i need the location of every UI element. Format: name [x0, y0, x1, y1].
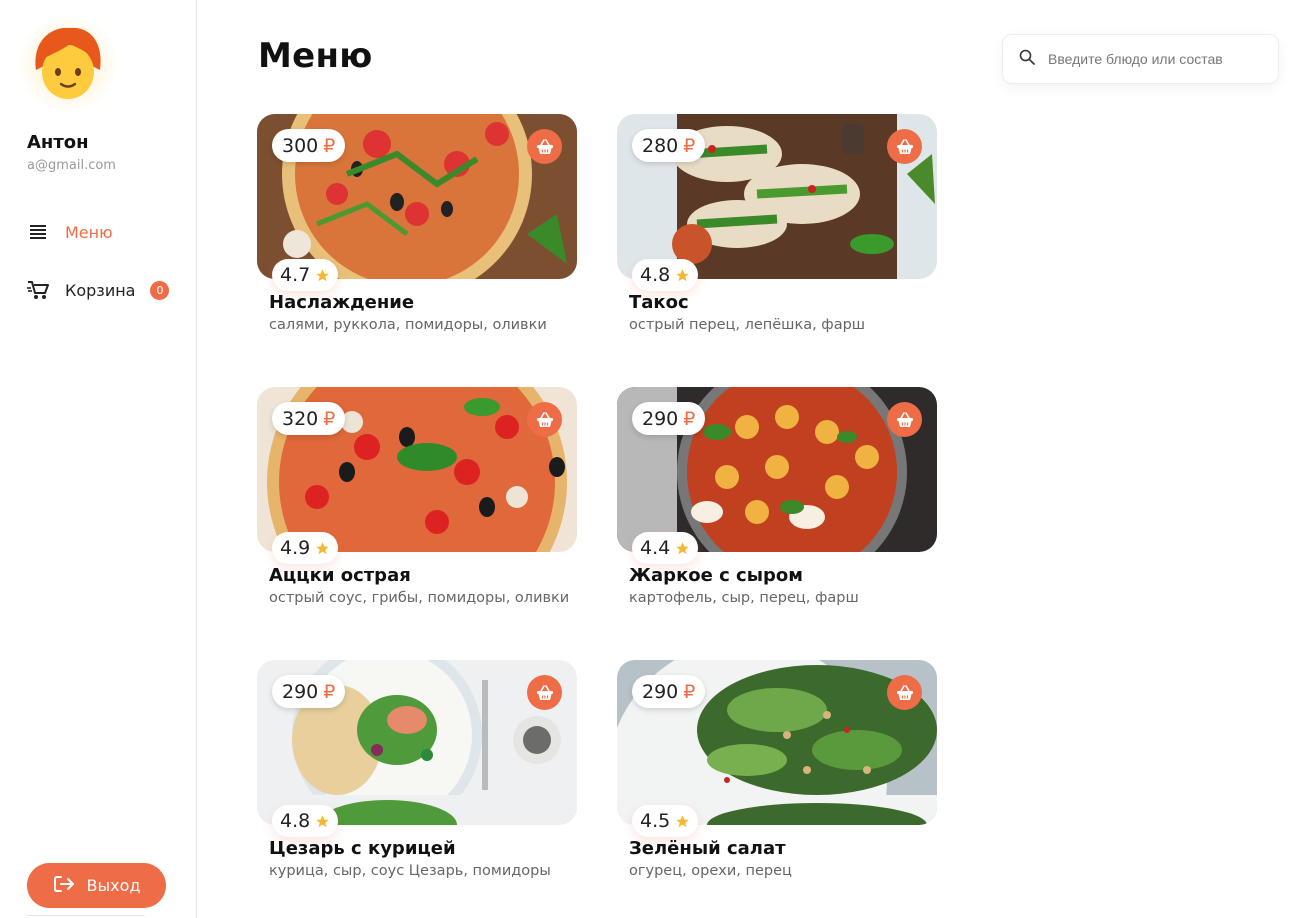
basket-icon — [536, 411, 553, 427]
logout-label: Выход — [86, 876, 141, 895]
currency-symbol: ₽ — [323, 680, 336, 703]
cart-icon — [27, 279, 49, 301]
basket-icon — [536, 684, 553, 700]
rating-badge: 4.4 — [632, 532, 699, 564]
add-to-cart-button[interactable] — [527, 675, 562, 710]
logout-icon — [53, 874, 75, 898]
user-name: Антон — [27, 132, 89, 153]
dish-name: Цезарь с курицей — [269, 838, 456, 859]
cart-count-badge: 0 — [150, 280, 170, 300]
add-to-cart-button[interactable] — [887, 675, 922, 710]
price-value: 290 — [642, 407, 679, 430]
list-icon — [27, 221, 49, 243]
rating-value: 4.8 — [640, 264, 671, 286]
star-icon — [676, 268, 689, 281]
currency-symbol: ₽ — [683, 134, 696, 157]
dish-name: Аццки острая — [269, 565, 411, 586]
price-badge: 320 ₽ — [272, 402, 346, 435]
rating-badge: 4.8 — [632, 259, 699, 291]
star-icon — [316, 268, 329, 281]
sidebar: Антон a@gmail.com Меню Корзина 0 Выход — [0, 0, 197, 918]
price-value: 320 — [282, 407, 319, 430]
rating-badge: 4.9 — [272, 532, 339, 564]
star-icon — [676, 541, 689, 554]
sidebar-item-label: Корзина — [65, 280, 136, 300]
logout-button[interactable]: Выход — [27, 863, 166, 908]
star-icon — [316, 541, 329, 554]
search-input[interactable] — [1048, 51, 1268, 67]
rating-value: 4.5 — [640, 810, 671, 832]
page-title: Меню — [258, 36, 373, 76]
dish-card[interactable]: 280 ₽ 4.8 Такос острый перец, лепёшка, ф… — [617, 114, 937, 344]
price-badge: 290 ₽ — [632, 402, 706, 435]
dish-ingredients: курица, сыр, соус Цезарь, помидоры — [269, 863, 551, 879]
dish-ingredients: картофель, сыр, перец, фарш — [629, 590, 859, 606]
basket-icon — [896, 138, 913, 154]
price-value: 280 — [642, 134, 679, 157]
add-to-cart-button[interactable] — [527, 129, 562, 164]
price-value: 290 — [642, 680, 679, 703]
price-badge: 300 ₽ — [272, 129, 346, 162]
add-to-cart-button[interactable] — [527, 402, 562, 437]
search-icon — [1019, 49, 1035, 69]
dish-card[interactable]: 290 ₽ 4.8 Цезарь с курицей курица, сыр, … — [257, 660, 577, 890]
sidebar-item-cart[interactable]: Корзина 0 — [27, 279, 170, 301]
currency-symbol: ₽ — [683, 407, 696, 430]
currency-symbol: ₽ — [683, 680, 696, 703]
add-to-cart-button[interactable] — [887, 402, 922, 437]
dish-name: Зелёный салат — [629, 838, 786, 859]
price-value: 300 — [282, 134, 319, 157]
price-badge: 280 ₽ — [632, 129, 706, 162]
rating-badge: 4.5 — [632, 805, 699, 837]
dish-ingredients: острый соус, грибы, помидоры, оливки — [269, 590, 570, 606]
avatar — [20, 16, 116, 112]
person-emoji-icon — [35, 27, 101, 99]
dish-card[interactable]: 290 ₽ 4.5 Зелёный салат огурец, орехи, п… — [617, 660, 937, 890]
dish-card[interactable]: 290 ₽ 4.4 Жаркое с сыром картофель, сыр,… — [617, 387, 937, 617]
basket-icon — [896, 411, 913, 427]
dish-ingredients: огурец, орехи, перец — [629, 863, 792, 879]
rating-value: 4.8 — [280, 810, 311, 832]
dish-card[interactable]: 300 ₽ 4.7 Наслаждение салями, руккола, п… — [257, 114, 577, 344]
currency-symbol: ₽ — [323, 407, 336, 430]
rating-value: 4.4 — [640, 537, 671, 559]
dish-name: Такос — [629, 292, 689, 313]
rating-value: 4.9 — [280, 537, 311, 559]
user-email: a@gmail.com — [27, 158, 116, 173]
star-icon — [676, 814, 689, 827]
currency-symbol: ₽ — [323, 134, 336, 157]
star-icon — [316, 814, 329, 827]
price-badge: 290 ₽ — [272, 675, 346, 708]
sidebar-item-label: Меню — [65, 222, 113, 242]
sidebar-item-menu[interactable]: Меню — [27, 221, 113, 243]
add-to-cart-button[interactable] — [887, 129, 922, 164]
rating-badge: 4.7 — [272, 259, 339, 291]
rating-value: 4.7 — [280, 264, 311, 286]
price-badge: 290 ₽ — [632, 675, 706, 708]
search-box — [1002, 34, 1279, 84]
dish-name: Наслаждение — [269, 292, 415, 313]
dish-card[interactable]: 320 ₽ 4.9 Аццки острая острый соус, гриб… — [257, 387, 577, 617]
dish-ingredients: салями, руккола, помидоры, оливки — [269, 317, 547, 333]
rating-badge: 4.8 — [272, 805, 339, 837]
dish-ingredients: острый перец, лепёшка, фарш — [629, 317, 866, 333]
basket-icon — [536, 138, 553, 154]
divider — [27, 915, 145, 916]
dish-name: Жаркое с сыром — [629, 565, 803, 586]
basket-icon — [896, 684, 913, 700]
price-value: 290 — [282, 680, 319, 703]
